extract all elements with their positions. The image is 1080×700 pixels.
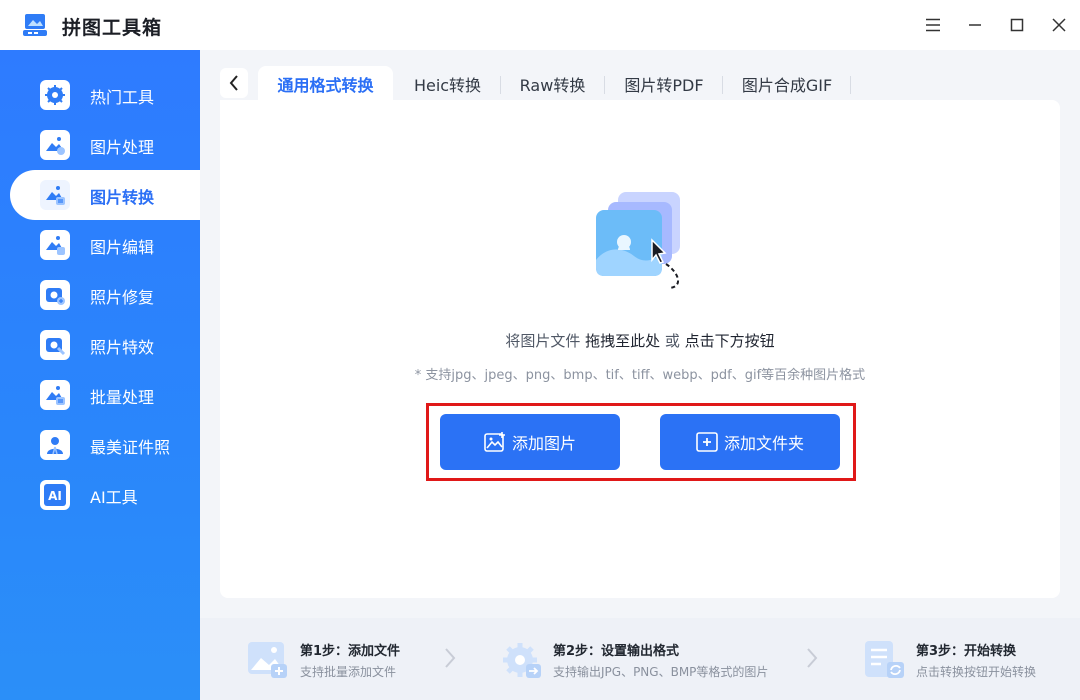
sidebar-item-label: AI工具 <box>90 488 138 507</box>
tab-heic[interactable]: Heic转换 <box>400 66 495 102</box>
image-edit-icon <box>40 230 70 260</box>
step-3-desc: 点击转换按钮开始转换 <box>916 665 1037 679</box>
add-folder-button[interactable]: 添加文件夹 <box>660 414 840 470</box>
sidebar-item-image-convert[interactable]: 图片转换 <box>10 170 200 220</box>
supported-formats-hint: * 支持jpg、jpeg、png、bmp、tif、tiff、webp、pdf、g… <box>414 368 866 383</box>
sidebar-item-label: 热门工具 <box>90 88 155 107</box>
sidebar-item-label: 照片修复 <box>90 288 155 307</box>
sidebar-item-image-edit[interactable]: 图片编辑 <box>10 220 200 270</box>
app-title: 拼图工具箱 <box>62 17 163 39</box>
minimize-button[interactable] <box>960 10 990 40</box>
add-image-icon <box>484 432 505 452</box>
sidebar-item-id-photo[interactable]: 最美证件照 <box>10 420 200 470</box>
chevron-right-icon <box>445 648 456 668</box>
sidebar-item-ai-tools[interactable]: AI AI工具 <box>10 470 200 520</box>
step-3-title: 第3步：开始转换 <box>916 644 1017 659</box>
add-folder-icon <box>696 432 718 452</box>
settings-step-icon <box>503 643 541 678</box>
chevron-left-icon <box>229 75 238 91</box>
maximize-button[interactable] <box>1002 10 1032 40</box>
drop-image-illustration-icon <box>596 192 680 289</box>
menu-button[interactable] <box>918 10 948 40</box>
add-image-label: 添加图片 <box>511 434 576 453</box>
drop-instruction-prefix: 将图片文件 <box>505 332 586 350</box>
sidebar-item-label: 图片转换 <box>90 188 155 207</box>
tab-image-to-gif[interactable]: 图片合成GIF <box>728 66 846 102</box>
back-button[interactable] <box>220 68 248 98</box>
minimize-icon <box>969 24 981 26</box>
ai-icon: AI <box>40 480 70 510</box>
add-folder-label: 添加文件夹 <box>723 434 804 453</box>
drop-instruction: 将图片文件 拖拽至此处 或 点击下方按钮 <box>220 330 1060 351</box>
tab-divider <box>722 76 723 94</box>
sidebar-item-image-process[interactable]: 图片处理 <box>10 120 200 170</box>
gear-icon <box>40 80 70 110</box>
step-1-desc: 支持批量添加文件 <box>300 665 397 679</box>
photo-repair-icon <box>40 280 70 310</box>
tab-general-format[interactable]: 通用格式转换 <box>258 66 393 102</box>
chevron-right-icon <box>807 648 818 668</box>
image-process-icon <box>40 130 70 160</box>
sidebar-item-label: 最美证件照 <box>90 438 171 457</box>
tab-divider <box>850 76 851 94</box>
steps-footer <box>200 618 1080 700</box>
sidebar-item-photo-repair[interactable]: 照片修复 <box>10 270 200 320</box>
sidebar-item-label: 图片编辑 <box>90 238 155 257</box>
app-logo-icon <box>23 14 47 36</box>
drop-instruction-click: 点击下方按钮 <box>684 332 775 350</box>
sidebar-item-batch-process[interactable]: 批量处理 <box>10 370 200 420</box>
close-button[interactable] <box>1044 10 1074 40</box>
menu-icon <box>926 18 940 32</box>
add-file-step-icon <box>248 642 287 678</box>
drop-instruction-or: 或 <box>660 332 685 350</box>
close-icon <box>1052 18 1066 32</box>
batch-process-icon <box>40 380 70 410</box>
tab-divider <box>500 76 501 94</box>
image-convert-icon <box>40 180 70 210</box>
convert-step-icon <box>865 641 904 678</box>
title-bar: 拼图工具箱 <box>0 0 1080 50</box>
sidebar-item-label: 批量处理 <box>90 388 155 407</box>
add-image-button[interactable]: 添加图片 <box>440 414 620 470</box>
step-2-title: 第2步：设置输出格式 <box>553 644 680 659</box>
sidebar-item-label: 照片特效 <box>90 338 155 357</box>
drop-instruction-drag: 拖拽至此处 <box>585 332 661 350</box>
tab-image-to-pdf[interactable]: 图片转PDF <box>610 66 718 102</box>
svg-text:AI: AI <box>48 489 62 503</box>
tab-divider <box>604 76 605 94</box>
maximize-icon <box>1010 18 1024 32</box>
tab-raw[interactable]: Raw转换 <box>505 66 600 102</box>
step-2-desc: 支持输出JPG、PNG、BMP等格式的图片 <box>553 665 769 679</box>
sidebar-item-hot-tools[interactable]: 热门工具 <box>10 70 200 120</box>
photo-effect-icon <box>40 330 70 360</box>
step-1-title: 第1步：添加文件 <box>300 644 401 659</box>
sidebar-item-label: 图片处理 <box>90 138 155 157</box>
id-photo-icon <box>40 430 70 460</box>
sidebar-item-photo-effect[interactable]: 照片特效 <box>10 320 200 370</box>
